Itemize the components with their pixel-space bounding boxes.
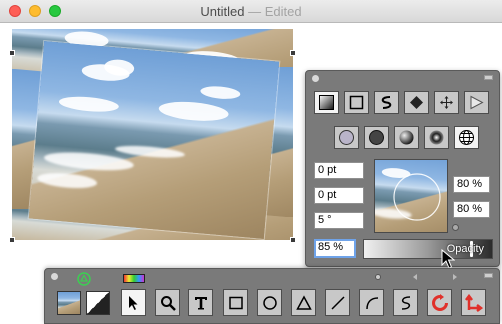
plain-circle-icon	[339, 130, 354, 145]
curve-tool-button[interactable]	[393, 289, 418, 316]
text-tool-icon	[194, 296, 207, 309]
fill-inspector-panel: 0 pt 0 pt 5 ° 85 % 80 % 80 % Opacity	[305, 70, 500, 267]
fill-preview[interactable]	[374, 159, 448, 233]
stroke-path-icon	[381, 96, 392, 109]
preview-handle[interactable]	[452, 224, 459, 231]
stroke-button[interactable]	[374, 91, 399, 114]
resize-handle-top-right[interactable]	[290, 50, 296, 56]
ellipse-tool-icon	[262, 295, 277, 310]
transform-tool-icon	[464, 293, 483, 312]
title-bar: Untitled — Edited	[0, 0, 502, 23]
select-tool-button[interactable]	[121, 289, 146, 316]
palette-scroll-indicator[interactable]	[375, 274, 381, 280]
stroke-swatch[interactable]	[86, 291, 110, 315]
scroll-left-icon[interactable]	[411, 273, 419, 281]
beach-photo	[28, 41, 280, 239]
palette-collapse-button[interactable]	[484, 273, 493, 278]
edited-status: Edited	[264, 4, 302, 19]
line-tool-icon	[330, 295, 345, 310]
preview-ring-icon	[393, 173, 441, 221]
tool-palette	[44, 268, 500, 324]
resize-handle-bottom-right[interactable]	[290, 237, 296, 243]
magnifier-icon	[160, 295, 176, 311]
globe-style-button[interactable]	[454, 126, 479, 149]
text-tool-button[interactable]	[188, 289, 213, 316]
recycle-icon[interactable]	[77, 272, 91, 286]
mouse-pointer-icon	[441, 249, 455, 269]
panel-collapse-button[interactable]	[484, 75, 493, 80]
globe-icon	[459, 130, 474, 145]
title-separator: —	[244, 4, 265, 19]
ringed-sphere-icon	[429, 130, 444, 145]
opacity-field[interactable]: 85 %	[314, 239, 356, 258]
scale-y-field[interactable]: 80 %	[453, 201, 490, 218]
rotate-tool-button[interactable]	[427, 289, 452, 316]
gradient-fill-icon	[319, 95, 334, 110]
triangle-tool-icon	[295, 294, 312, 310]
resize-handle-bottom-left[interactable]	[9, 237, 15, 243]
fill-swatch[interactable]	[57, 291, 81, 315]
gradient-fill-button[interactable]	[314, 91, 339, 114]
scroll-right-icon[interactable]	[451, 273, 459, 281]
scale-x-field[interactable]: 80 %	[453, 176, 490, 193]
ellipse-tool-button[interactable]	[257, 289, 282, 316]
dark-circle-icon	[369, 130, 384, 145]
palette-close-button[interactable]	[51, 273, 58, 280]
window-title: Untitled — Edited	[0, 4, 502, 19]
sphere-style-button[interactable]	[394, 126, 419, 149]
rotate-tool-icon	[431, 293, 448, 311]
diamond-button[interactable]	[404, 91, 429, 114]
arrow-select-icon	[128, 295, 137, 310]
ring-style-button[interactable]	[424, 126, 449, 149]
play-button[interactable]	[464, 91, 489, 114]
plain-style-button[interactable]	[334, 126, 359, 149]
rotation-field[interactable]: 5 °	[314, 212, 364, 229]
y-offset-field[interactable]: 0 pt	[314, 187, 364, 204]
curve-tool-icon	[401, 295, 410, 310]
panel-close-button[interactable]	[312, 75, 319, 82]
document-name: Untitled	[200, 4, 245, 19]
move-button[interactable]	[434, 91, 459, 114]
arc-tool-icon	[365, 296, 378, 309]
color-palette-strip[interactable]	[123, 274, 145, 283]
shaded-sphere-icon	[399, 130, 414, 145]
arc-tool-button[interactable]	[359, 289, 384, 316]
rectangle-tool-icon	[228, 296, 243, 309]
zoom-tool-button[interactable]	[155, 289, 180, 316]
opacity-slider[interactable]: Opacity	[363, 239, 493, 259]
solid-fill-button[interactable]	[344, 91, 369, 114]
rectangle-tool-button[interactable]	[223, 289, 248, 316]
dark-style-button[interactable]	[364, 126, 389, 149]
image-object[interactable]	[12, 29, 293, 240]
play-icon	[470, 95, 484, 110]
triangle-tool-button[interactable]	[291, 289, 316, 316]
resize-handle-top-left[interactable]	[9, 50, 15, 56]
line-tool-button[interactable]	[325, 289, 350, 316]
rectangle-fill-icon	[349, 95, 364, 110]
x-offset-field[interactable]: 0 pt	[314, 162, 364, 179]
transform-tool-button[interactable]	[461, 289, 486, 316]
move-icon	[440, 96, 453, 109]
diamond-icon	[410, 96, 423, 109]
